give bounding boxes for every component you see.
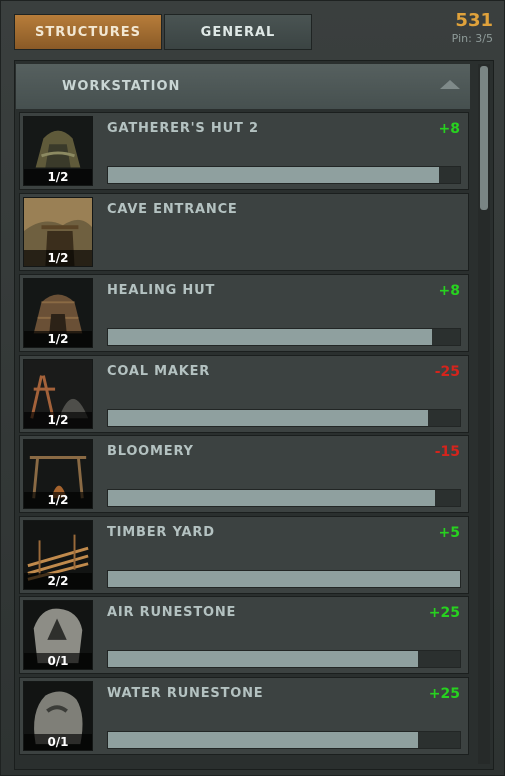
timber-yard-icon: 2/2 [23,520,93,590]
progress-bar [107,166,461,184]
row-count: 1/2 [24,250,92,266]
section-header-workstation[interactable]: WORKSTATION [16,64,470,109]
progress-bar [107,409,461,427]
structure-row-air-runestone[interactable]: 0/1 AIR RUNESTONE +25 [19,596,469,674]
row-value: +25 [428,686,460,702]
row-count: 1/2 [24,492,92,508]
row-value: -25 [434,364,460,380]
progress-fill [108,410,429,426]
collapse-chevron-icon[interactable] [440,80,460,89]
progress-fill [108,651,418,667]
row-value: +5 [438,525,460,541]
row-name: WATER RUNESTONE [107,686,264,701]
progress-bar [107,489,461,507]
progress-bar [107,650,461,668]
resource-count: 531 [455,10,493,31]
progress-fill [108,167,439,183]
row-value: -15 [434,444,460,460]
progress-bar [107,731,461,749]
coal-maker-icon: 1/2 [23,359,93,429]
row-name: CAVE ENTRANCE [107,202,238,217]
progress-fill [108,490,436,506]
pin-count: Pin: 3/5 [451,32,493,45]
healing-hut-icon: 1/2 [23,278,93,348]
row-count: 1/2 [24,331,92,347]
scrollbar-thumb[interactable] [480,66,488,210]
section-label: WORKSTATION [62,79,181,94]
row-count: 0/1 [24,734,92,750]
structure-row-timber-yard[interactable]: 2/2 TIMBER YARD +5 [19,516,469,594]
structure-row-water-runestone[interactable]: 0/1 WATER RUNESTONE +25 [19,677,469,755]
tab-structures[interactable]: STRUCTURES [14,14,162,50]
progress-bar [107,328,461,346]
row-count: 1/2 [24,169,92,185]
progress-fill [108,571,460,587]
row-name: AIR RUNESTONE [107,605,237,620]
row-name: HEALING HUT [107,283,216,298]
row-name: BLOOMERY [107,444,194,459]
row-value: +8 [438,121,460,137]
structure-row-healing-hut[interactable]: 1/2 HEALING HUT +8 [19,274,469,352]
structure-row-bloomery[interactable]: 1/2 BLOOMERY -15 [19,435,469,513]
row-name: GATHERER'S HUT 2 [107,121,259,136]
row-count: 0/1 [24,653,92,669]
resource-counter: 531 Pin: 3/5 [452,10,493,45]
row-count: 2/2 [24,573,92,589]
row-name: TIMBER YARD [107,525,215,540]
progress-bar [107,570,461,588]
progress-fill [108,732,418,748]
structure-row-coal-maker[interactable]: 1/2 COAL MAKER -25 [19,355,469,433]
progress-fill [108,329,432,345]
row-value: +25 [428,605,460,621]
row-name: COAL MAKER [107,364,211,379]
structure-row-gatherers-hut[interactable]: 1/2 GATHERER'S HUT 2 +8 [19,112,469,190]
cave-icon: 1/2 [23,197,93,267]
row-count: 1/2 [24,412,92,428]
bloomery-icon: 1/2 [23,439,93,509]
tab-general[interactable]: GENERAL [164,14,312,50]
air-runestone-icon: 0/1 [23,600,93,670]
row-value: +8 [438,283,460,299]
hut-icon: 1/2 [23,116,93,186]
structure-row-cave-entrance[interactable]: 1/2 CAVE ENTRANCE [19,193,469,271]
water-runestone-icon: 0/1 [23,681,93,751]
